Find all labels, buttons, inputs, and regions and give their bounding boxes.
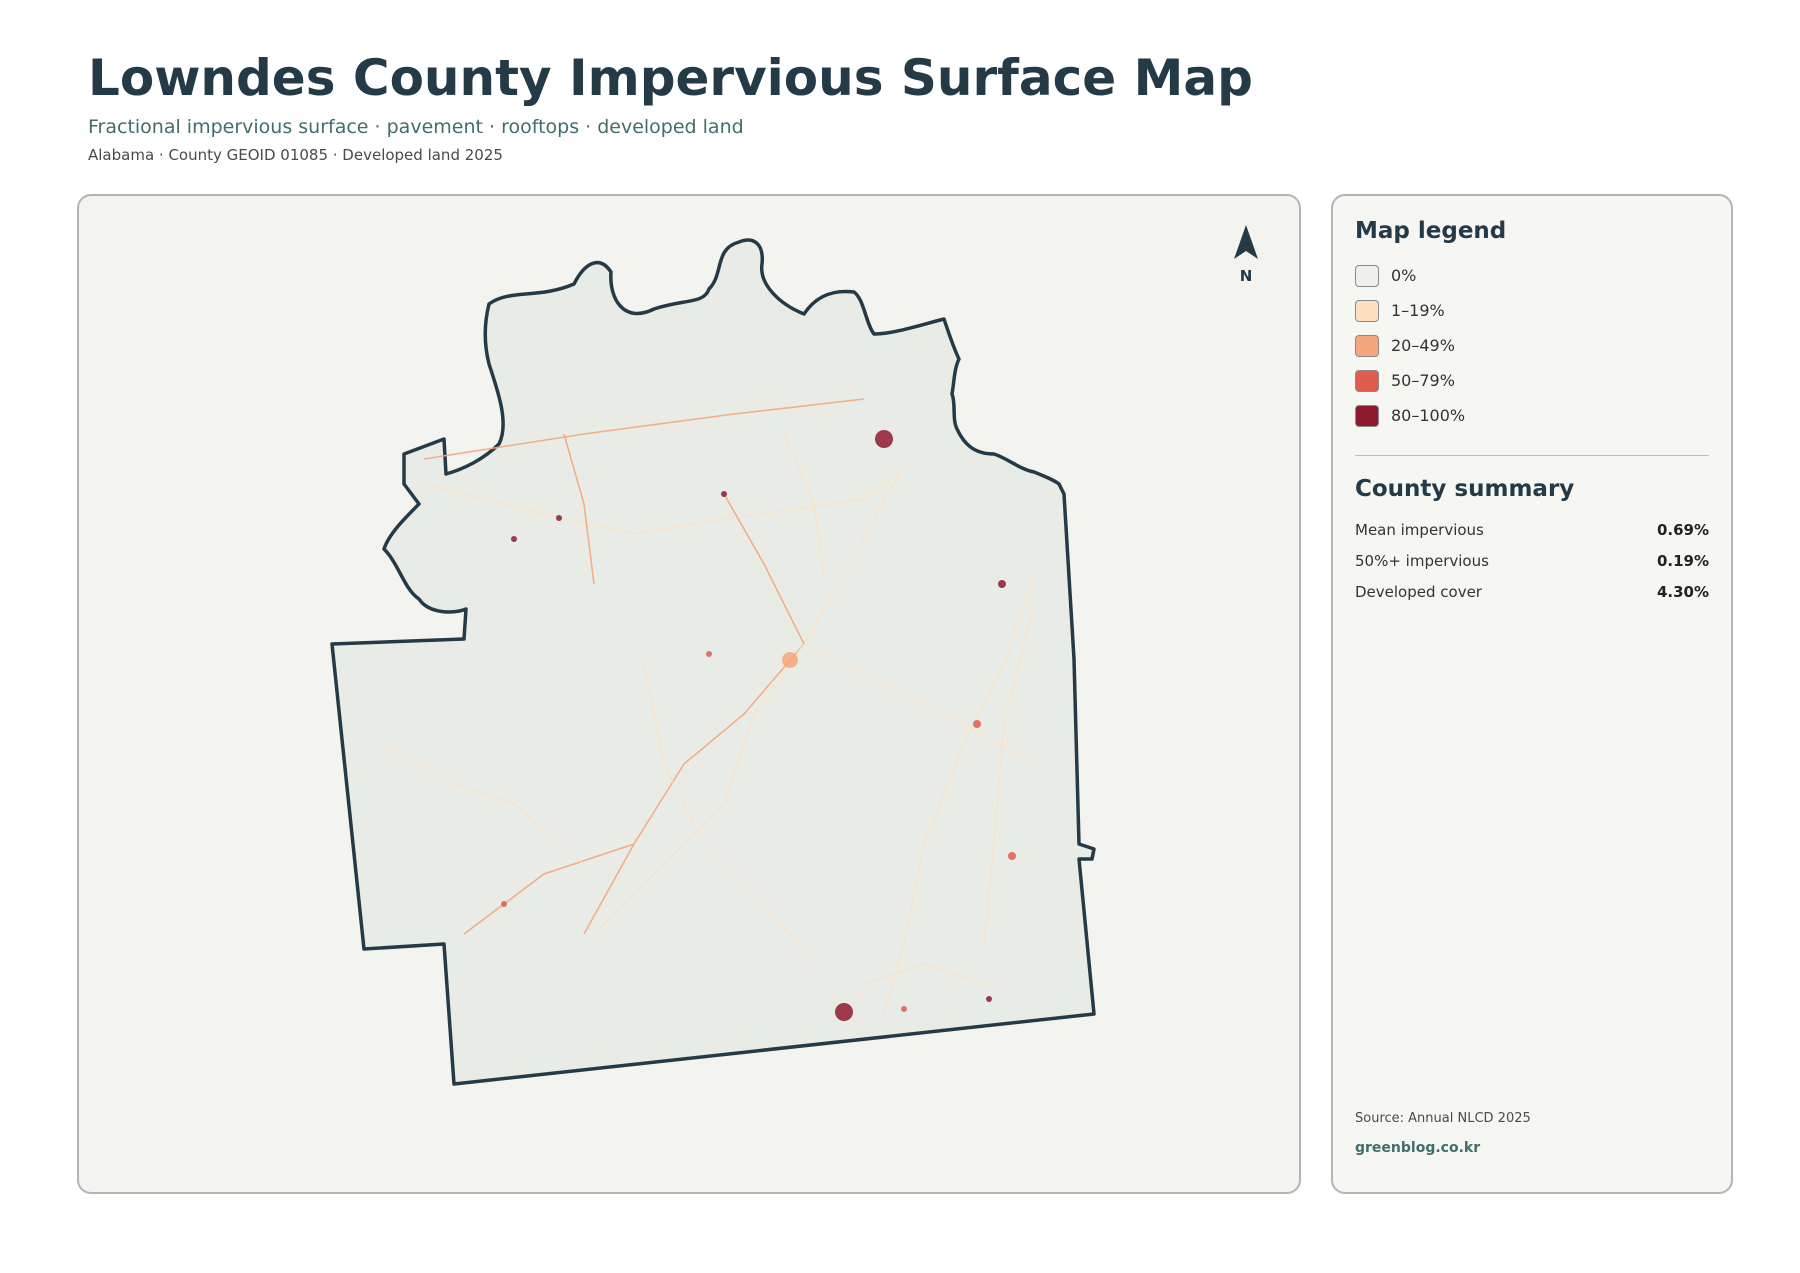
legend-label: 1–19% [1391, 301, 1445, 320]
developed-patch [556, 515, 562, 521]
stat-value: 0.69% [1656, 520, 1709, 539]
summary-stats: Mean impervious 0.69% 50%+ impervious 0.… [1355, 514, 1709, 607]
legend-item: 50–79% [1355, 363, 1709, 398]
legend-item: 0% [1355, 258, 1709, 293]
legend-list: 0% 1–19% 20–49% 50–79% 80–100% [1355, 258, 1709, 433]
legend-swatch [1355, 334, 1379, 357]
developed-patch [973, 720, 981, 728]
developed-patch [986, 996, 992, 1002]
credit-link[interactable]: greenblog.co.kr [1355, 1140, 1480, 1156]
map-panel[interactable] [77, 194, 1301, 1194]
developed-patch [511, 536, 517, 542]
legend-panel: Map legend 0% 1–19% 20–49% 50–79% 80–100… [1331, 194, 1733, 1194]
county-boundary [330, 238, 1096, 1086]
stat-label: Developed cover [1355, 582, 1482, 601]
legend-swatch [1355, 264, 1379, 287]
stat-value: 4.30% [1656, 582, 1709, 601]
divider [1355, 455, 1709, 456]
stat-label: 50%+ impervious [1355, 551, 1489, 570]
summary-title: County summary [1355, 476, 1575, 502]
legend-label: 80–100% [1391, 406, 1466, 425]
legend-item: 20–49% [1355, 328, 1709, 363]
map-content [330, 238, 1096, 1086]
developed-patch [835, 1003, 853, 1021]
stat-row: Mean impervious 0.69% [1355, 514, 1709, 545]
page-subtitle: Fractional impervious surface · pavement… [88, 116, 744, 138]
page-title: Lowndes County Impervious Surface Map [88, 49, 1253, 107]
north-arrow-icon [1234, 225, 1258, 259]
north-arrow: N [1234, 225, 1258, 285]
north-label: N [1239, 267, 1253, 285]
legend-label: 50–79% [1391, 371, 1455, 390]
page-meta: Alabama · County GEOID 01085 · Developed… [88, 146, 503, 164]
developed-patch [901, 1006, 907, 1012]
legend-swatch [1355, 299, 1379, 322]
developed-patch [782, 652, 798, 668]
developed-patch [721, 491, 727, 497]
stat-label: Mean impervious [1355, 520, 1484, 539]
legend-item: 1–19% [1355, 293, 1709, 328]
developed-patch [1008, 852, 1016, 860]
developed-patch [875, 430, 893, 448]
legend-label: 20–49% [1391, 336, 1455, 355]
legend-swatch [1355, 369, 1379, 392]
source-note: Source: Annual NLCD 2025 [1355, 1111, 1531, 1126]
header: Lowndes County Impervious Surface Map Fr… [88, 48, 1253, 164]
developed-patch [706, 651, 712, 657]
stat-row: 50%+ impervious 0.19% [1355, 545, 1709, 576]
legend-title: Map legend [1355, 218, 1507, 244]
stat-row: Developed cover 4.30% [1355, 576, 1709, 607]
county-map[interactable] [79, 196, 1303, 1196]
legend-label: 0% [1391, 266, 1417, 285]
stat-value: 0.19% [1656, 551, 1709, 570]
developed-patch [501, 901, 507, 907]
legend-swatch [1355, 404, 1379, 427]
legend-item: 80–100% [1355, 398, 1709, 433]
developed-patch [998, 580, 1006, 588]
